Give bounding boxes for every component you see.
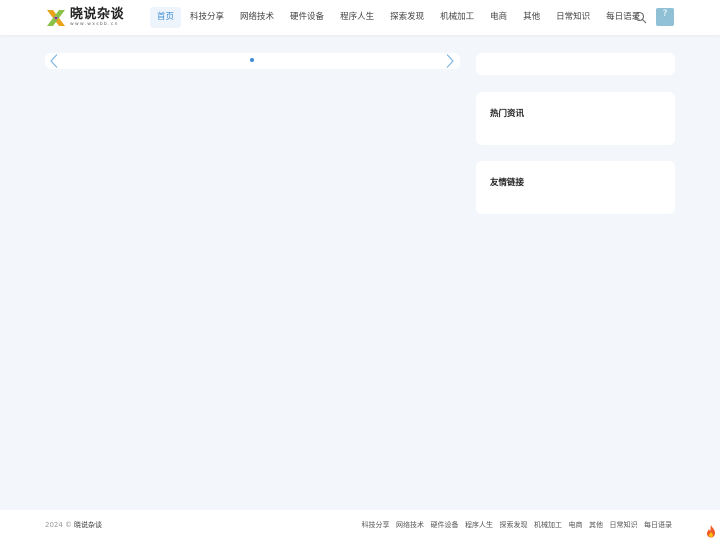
nav-item-2[interactable]: 网络技术 (233, 7, 281, 28)
slider-dot[interactable] (250, 58, 254, 62)
logo-subtitle: www.wxsbb.cn (70, 22, 119, 27)
copyright: 2024 © 晓说杂谈 (45, 520, 102, 530)
chevron-right-icon[interactable] (445, 54, 455, 68)
hot-news-card: 热门资讯 (476, 92, 675, 145)
footer-link-4[interactable]: 探索发现 (500, 520, 528, 530)
copyright-year: 2024 © (45, 521, 73, 529)
nav-item-1[interactable]: 科技分享 (183, 7, 231, 28)
footer-link-8[interactable]: 日常知识 (610, 520, 638, 530)
nav-item-5[interactable]: 探索发现 (383, 7, 431, 28)
nav-item-3[interactable]: 硬件设备 (283, 7, 331, 28)
nav-item-0[interactable]: 首页 (150, 7, 182, 28)
footer-link-3[interactable]: 程序人生 (465, 520, 493, 530)
avatar[interactable]: ? · · · · (656, 8, 674, 26)
nav-item-8[interactable]: 其他 (516, 7, 547, 28)
footer-nav: 科技分享 网络技术 硬件设备 程序人生 探索发现 机械加工 电商 其他 日常知识 每日语录 (355, 520, 673, 530)
hot-news-title: 热门资讯 (490, 109, 525, 119)
main-nav: 首页 科技分享 网络技术 硬件设备 程序人生 探索发现 机械加工 电商 其他 日常知识 每日语录 (150, 7, 649, 28)
copyright-site-link[interactable]: 晓说杂谈 (74, 521, 102, 529)
nav-item-6[interactable]: 机械加工 (433, 7, 481, 28)
site-logo[interactable]: 晓说杂谈 www.wxsbb.cn (45, 6, 125, 30)
logo-title: 晓说杂谈 (70, 7, 125, 22)
nav-item-9[interactable]: 日常知识 (549, 7, 597, 28)
friend-links-card: 友情链接 (476, 161, 675, 214)
sidebar-empty-card (476, 53, 675, 75)
friend-links-title: 友情链接 (490, 178, 525, 188)
nav-item-7[interactable]: 电商 (483, 7, 514, 28)
footer-link-2[interactable]: 硬件设备 (431, 520, 459, 530)
nav-item-4[interactable]: 程序人生 (333, 7, 381, 28)
banner-slider (45, 53, 460, 69)
footer-link-5[interactable]: 机械加工 (534, 520, 562, 530)
footer-link-1[interactable]: 网络技术 (396, 520, 424, 530)
footer-link-6[interactable]: 电商 (569, 520, 583, 530)
footer-link-0[interactable]: 科技分享 (362, 520, 390, 530)
site-footer: 2024 © 晓说杂谈 科技分享 网络技术 硬件设备 程序人生 探索发现 机械加工 电商 其他日… (0, 510, 720, 540)
site-header: 晓说杂谈 www.wxsbb.cn 首页 科技分享 网络技术 硬件设备 程序人生 探索发现… (0, 0, 720, 35)
search-icon[interactable] (634, 11, 647, 24)
fire-icon[interactable] (705, 524, 717, 538)
footer-link-9[interactable]: 每日语录 (644, 520, 672, 530)
logo-x-icon (47, 10, 65, 26)
footer-link-7[interactable]: 其他 (589, 520, 603, 530)
chevron-left-icon[interactable] (49, 54, 59, 68)
